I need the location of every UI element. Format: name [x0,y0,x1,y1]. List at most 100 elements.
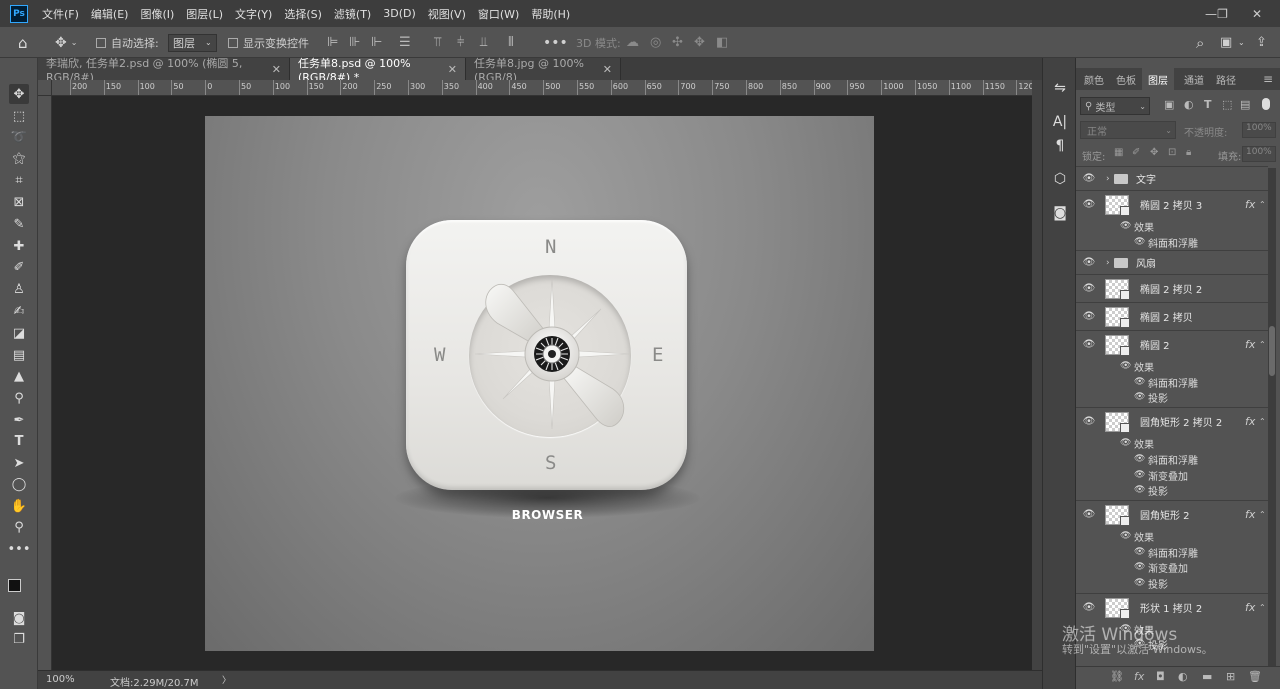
lock-image-icon[interactable]: ✐ [1132,147,1140,158]
edit-toolbar-icon[interactable]: ••• [8,539,31,559]
3d-drag-icon[interactable]: ✣ [672,27,683,58]
hand-tool-icon[interactable]: ✋ [9,496,29,516]
effects-eye-icon[interactable]: 👁︎ [1120,438,1131,448]
visibility-eye-icon[interactable]: 👁︎ [1082,509,1096,521]
fill-field[interactable]: 100% [1242,146,1276,162]
effect-eye-icon[interactable]: 👁︎ [1134,547,1145,557]
maximize-icon[interactable]: ❐ [1211,0,1234,27]
effect-row[interactable]: 👁︎ 投影 [1076,389,1268,405]
collapse-effects-icon[interactable]: ⌃ [1259,603,1266,612]
fx-icon[interactable]: fx [1245,415,1255,428]
effect-eye-icon[interactable]: 👁︎ [1134,392,1145,402]
workspace-dropdown-icon[interactable]: ⌄ [1238,27,1245,58]
new-layer-icon[interactable]: ⊞ [1226,670,1235,683]
filter-adjustment-icon[interactable]: ◐ [1184,98,1194,111]
move-tool-preset-icon[interactable]: ✥ ⌄ [55,27,77,58]
canvas-vertical-scrollbar[interactable] [1032,80,1042,670]
tab-document-3[interactable]: 任务单8.jpg @ 100%(RGB/8) ✕ [466,57,621,84]
effect-row[interactable]: 👁︎ 渐变叠加 [1076,467,1268,483]
visibility-eye-icon[interactable]: 👁︎ [1082,173,1096,185]
layer-group-text[interactable]: 👁︎ › 文字 [1076,166,1268,190]
fx-icon[interactable]: fx [1245,508,1255,521]
home-icon[interactable]: ⌂ [18,27,28,58]
status-menu-icon[interactable]: 〉 [222,673,231,686]
type-tool-icon[interactable]: T [9,431,29,451]
effect-eye-icon[interactable]: 👁︎ [1134,485,1145,495]
add-mask-icon[interactable]: ◘ [1156,670,1165,683]
visibility-eye-icon[interactable]: 👁︎ [1082,311,1096,323]
eraser-tool-icon[interactable]: ◪ [9,323,29,343]
menu-3d[interactable]: 3D(D) [383,7,416,20]
dodge-tool-icon[interactable]: ⚲ [9,388,29,408]
menu-edit[interactable]: 编辑(E) [91,6,129,22]
visibility-eye-icon[interactable]: 👁︎ [1082,283,1096,295]
blend-mode-dropdown[interactable]: 正常 ⌄ [1080,121,1176,139]
expand-chevron-icon[interactable]: › [1106,174,1110,184]
visibility-eye-icon[interactable]: 👁︎ [1082,339,1096,351]
close-tab-icon[interactable]: ✕ [603,63,612,76]
visibility-eye-icon[interactable]: 👁︎ [1082,199,1096,211]
effects-eye-icon[interactable]: 👁︎ [1120,361,1131,371]
effect-eye-icon[interactable]: 👁︎ [1134,237,1145,247]
align-center-icon[interactable]: ⊪ [349,27,360,58]
lasso-tool-icon[interactable]: ➰ [9,127,29,147]
filter-pixel-icon[interactable]: ▣ [1164,98,1174,111]
share-icon[interactable]: ⇪ [1256,27,1267,58]
ellipse-tool-icon[interactable]: ◯ [9,474,29,494]
pen-tool-icon[interactable]: ✒ [9,410,29,430]
effects-row[interactable]: 👁︎ 效果 [1076,528,1268,544]
lock-artboard-icon[interactable]: ⊡ [1168,147,1176,158]
path-selection-tool-icon[interactable]: ➤ [9,453,29,473]
expand-chevron-icon[interactable]: › [1106,258,1110,268]
screen-mode-icon[interactable]: ❐ [9,629,29,649]
filter-toggle[interactable] [1262,98,1270,110]
history-panel-icon[interactable]: ⇋ [1050,78,1070,98]
effects-row[interactable]: 👁︎ 效果 [1076,435,1268,451]
tab-document-1[interactable]: 李瑞欣, 任务单2.psd @ 100% (椭圆 5, RGB/8#) ✕ [38,57,290,84]
healing-brush-tool-icon[interactable]: ✚ [9,236,29,256]
effect-eye-icon[interactable]: 👁︎ [1134,470,1145,480]
layer-ellipse-copy-2[interactable]: 👁︎ 椭圆 2 拷贝 2 [1076,274,1268,302]
workspace-icon[interactable]: ▣ [1220,27,1232,58]
effects-eye-icon[interactable]: 👁︎ [1120,221,1131,231]
tab-paths[interactable]: 路径 [1216,68,1236,90]
auto-select-checkbox[interactable]: 自动选择: [96,27,159,58]
delete-layer-icon[interactable]: 🗑︎ [1248,670,1262,683]
effect-row[interactable]: 👁︎ 斜面和浮雕 [1076,234,1268,250]
move-tool-icon[interactable]: ✥ [9,84,29,104]
tab-color[interactable]: 颜色 [1084,68,1104,90]
align-middle-icon[interactable]: ⫩ [457,27,464,58]
blur-tool-icon[interactable]: ▲ [9,366,29,386]
lock-position-icon[interactable]: ✥ [1150,147,1158,158]
layer-shape-1-copy-2[interactable]: 👁︎ 形状 1 拷贝 2 fx ⌃ [1076,593,1268,621]
effects-eye-icon[interactable]: 👁︎ [1120,531,1131,541]
collapse-effects-icon[interactable]: ⌃ [1259,417,1266,426]
add-style-icon[interactable]: fx [1134,670,1144,683]
3d-roll-icon[interactable]: ◎ [650,27,661,58]
quick-mask-icon[interactable]: ◙ [9,608,29,628]
filter-smart-object-icon[interactable]: ▤ [1240,98,1250,111]
gradient-tool-icon[interactable]: ▤ [9,345,29,365]
align-right-icon[interactable]: ⊩ [371,27,382,58]
new-group-icon[interactable]: ▬ [1202,670,1212,683]
tab-swatches[interactable]: 色板 [1116,68,1136,90]
tab-layers[interactable]: 图层 [1142,68,1174,90]
fx-icon[interactable]: fx [1245,198,1255,211]
paragraph-panel-icon[interactable]: ¶ [1050,136,1070,156]
close-tab-icon[interactable]: ✕ [448,63,457,76]
effect-eye-icon[interactable]: 👁︎ [1134,377,1145,387]
show-transform-checkbox[interactable]: 显示变换控件 [228,27,309,58]
close-tab-icon[interactable]: ✕ [272,63,281,76]
3d-slide-icon[interactable]: ✥ [694,27,705,58]
3d-panel-icon[interactable]: ⬡ [1050,169,1070,189]
ruler-origin[interactable] [38,80,52,96]
more-options-icon[interactable]: ••• [543,27,568,58]
layers-scrollbar[interactable] [1268,168,1276,668]
distribute-vertical-icon[interactable]: ⦀ [508,27,514,58]
zoom-level[interactable]: 100% [46,674,75,685]
layer-rounded-rect-copy-2[interactable]: 👁︎ 圆角矩形 2 拷贝 2 fx ⌃ [1076,407,1268,435]
filter-type-icon[interactable]: T [1204,98,1212,111]
effect-eye-icon[interactable]: 👁︎ [1134,454,1145,464]
3d-orbit-icon[interactable]: ☁ [626,27,639,58]
marquee-tool-icon[interactable]: ⬚ [9,106,29,126]
